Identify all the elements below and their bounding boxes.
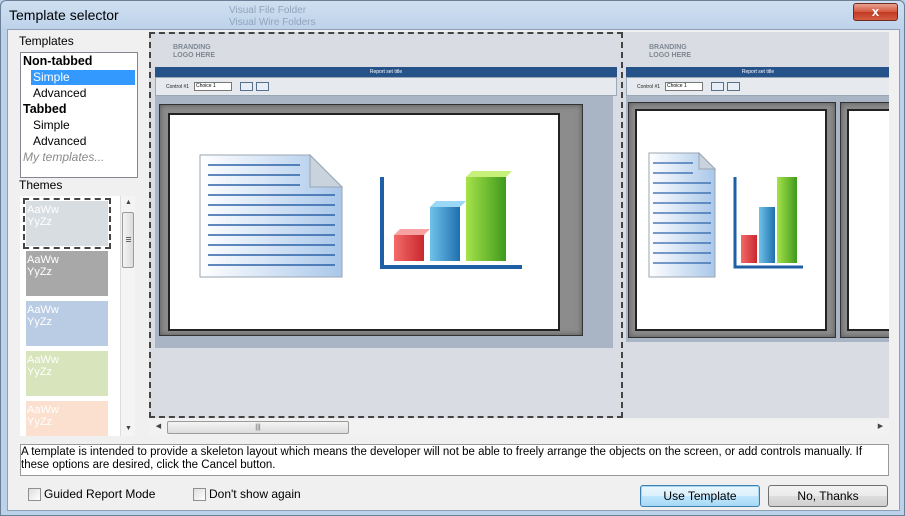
theme-swatch[interactable]: AaWw YyZz bbox=[26, 301, 108, 346]
report-title-bar: Report set title bbox=[626, 67, 889, 77]
checkbox-box[interactable] bbox=[28, 488, 41, 501]
swatch-sample-text: AaWw bbox=[27, 404, 59, 416]
content-panel bbox=[635, 109, 827, 331]
template-preview-area: BRANDING LOGO HERE Report set title Cont… bbox=[149, 32, 889, 418]
scroll-right-arrow-icon[interactable]: ▶ bbox=[873, 420, 888, 434]
use-template-button[interactable]: Use Template bbox=[640, 485, 760, 507]
swatch-sample-text: YyZz bbox=[27, 366, 53, 378]
selection-outline bbox=[149, 32, 623, 418]
preview-horizontal-scrollbar[interactable]: ◀ ||| ▶ bbox=[149, 420, 889, 435]
template-item-tabbed-advanced[interactable]: Advanced bbox=[31, 134, 135, 149]
dont-show-again-label[interactable]: Don't show again bbox=[209, 487, 301, 501]
template-group-tabbed[interactable]: Tabbed bbox=[23, 102, 67, 117]
brand-text: LOGO HERE bbox=[649, 52, 692, 59]
scroll-left-arrow-icon[interactable]: ◀ bbox=[151, 420, 166, 434]
dont-show-again-checkbox[interactable]: Don't show again bbox=[193, 488, 301, 502]
swatch-sample-text: AaWw bbox=[27, 304, 59, 316]
control-label: Control #1 bbox=[637, 84, 661, 90]
preview-canvas bbox=[626, 96, 889, 342]
checkbox-box[interactable] bbox=[193, 488, 206, 501]
no-thanks-button[interactable]: No, Thanks bbox=[768, 485, 888, 507]
ghost-line: Visual File Folder bbox=[229, 5, 307, 16]
scroll-up-arrow-icon[interactable]: ▲ bbox=[121, 196, 136, 210]
choice-value: Choice 1 bbox=[667, 83, 687, 89]
theme-swatch[interactable]: AaWw YyZz bbox=[26, 401, 108, 436]
theme-swatch[interactable]: AaWw YyZz bbox=[23, 198, 111, 249]
themes-label: Themes bbox=[19, 178, 63, 192]
run-mini-button bbox=[711, 82, 724, 91]
grip-line bbox=[126, 241, 131, 242]
template-item-non-tabbed-advanced[interactable]: Advanced bbox=[31, 86, 135, 101]
swatch-sample-text: YyZz bbox=[27, 216, 53, 228]
templates-label: Templates bbox=[19, 34, 74, 48]
ghost-line: Visual Wire Folders bbox=[229, 17, 316, 28]
template-preview-next[interactable]: BRANDING LOGO HERE Report set title Cont… bbox=[625, 32, 889, 418]
my-templates-item[interactable]: My templates... bbox=[23, 150, 104, 165]
guided-report-mode-checkbox[interactable]: Guided Report Mode bbox=[28, 488, 155, 502]
templates-list[interactable]: Non-tabbed Simple Advanced Tabbed Simple… bbox=[20, 52, 138, 178]
content-panel bbox=[847, 109, 889, 331]
control-bar: Control #1 Choice 1 bbox=[626, 77, 889, 96]
template-info-text: A template is intended to provide a skel… bbox=[20, 444, 889, 476]
title-bar[interactable]: Template selector Visual File Folder Vis… bbox=[1, 1, 904, 29]
refresh-mini-button bbox=[727, 82, 740, 91]
content-card bbox=[840, 102, 889, 338]
brand-text: BRANDING bbox=[649, 44, 687, 51]
scroll-down-arrow-icon[interactable]: ▼ bbox=[121, 422, 136, 436]
window-title: Template selector bbox=[9, 7, 119, 23]
scrollbar-thumb[interactable] bbox=[122, 212, 134, 268]
swatch-sample-text: YyZz bbox=[27, 316, 53, 328]
themes-list[interactable]: AaWw YyZz AaWw YyZz AaWw YyZz AaWw YyZz … bbox=[20, 196, 134, 436]
theme-swatch[interactable]: AaWw YyZz bbox=[26, 351, 108, 396]
themes-scrollbar[interactable]: ▲ ▼ bbox=[120, 196, 135, 436]
background-ghost-text: Visual File Folder Visual Wire Folders bbox=[229, 5, 316, 29]
grip-line bbox=[126, 239, 131, 240]
grip-line bbox=[126, 237, 131, 238]
scrollbar-thumb[interactable]: ||| bbox=[167, 421, 349, 434]
guided-report-mode-label[interactable]: Guided Report Mode bbox=[44, 487, 155, 501]
swatch-sample-text: AaWw bbox=[27, 254, 59, 266]
content-card bbox=[628, 102, 836, 338]
swatch-sample-text: AaWw bbox=[27, 204, 59, 216]
choice-dropdown: Choice 1 bbox=[665, 82, 703, 91]
template-item-non-tabbed-simple[interactable]: Simple bbox=[31, 70, 135, 85]
swatch-sample-text: YyZz bbox=[27, 416, 53, 428]
close-button[interactable]: x bbox=[853, 3, 898, 21]
swatch-sample-text: YyZz bbox=[27, 266, 53, 278]
document-and-chart-icon bbox=[648, 151, 803, 278]
branding-logo-placeholder: BRANDING LOGO HERE bbox=[649, 44, 691, 60]
close-icon: x bbox=[871, 4, 880, 19]
swatch-sample-text: AaWw bbox=[27, 354, 59, 366]
template-selector-window: Template selector Visual File Folder Vis… bbox=[0, 0, 905, 516]
dialog-body: Templates Non-tabbed Simple Advanced Tab… bbox=[7, 29, 900, 511]
template-group-non-tabbed[interactable]: Non-tabbed bbox=[23, 54, 92, 69]
theme-swatch[interactable]: AaWw YyZz bbox=[26, 251, 108, 296]
template-item-tabbed-simple[interactable]: Simple bbox=[31, 118, 135, 133]
